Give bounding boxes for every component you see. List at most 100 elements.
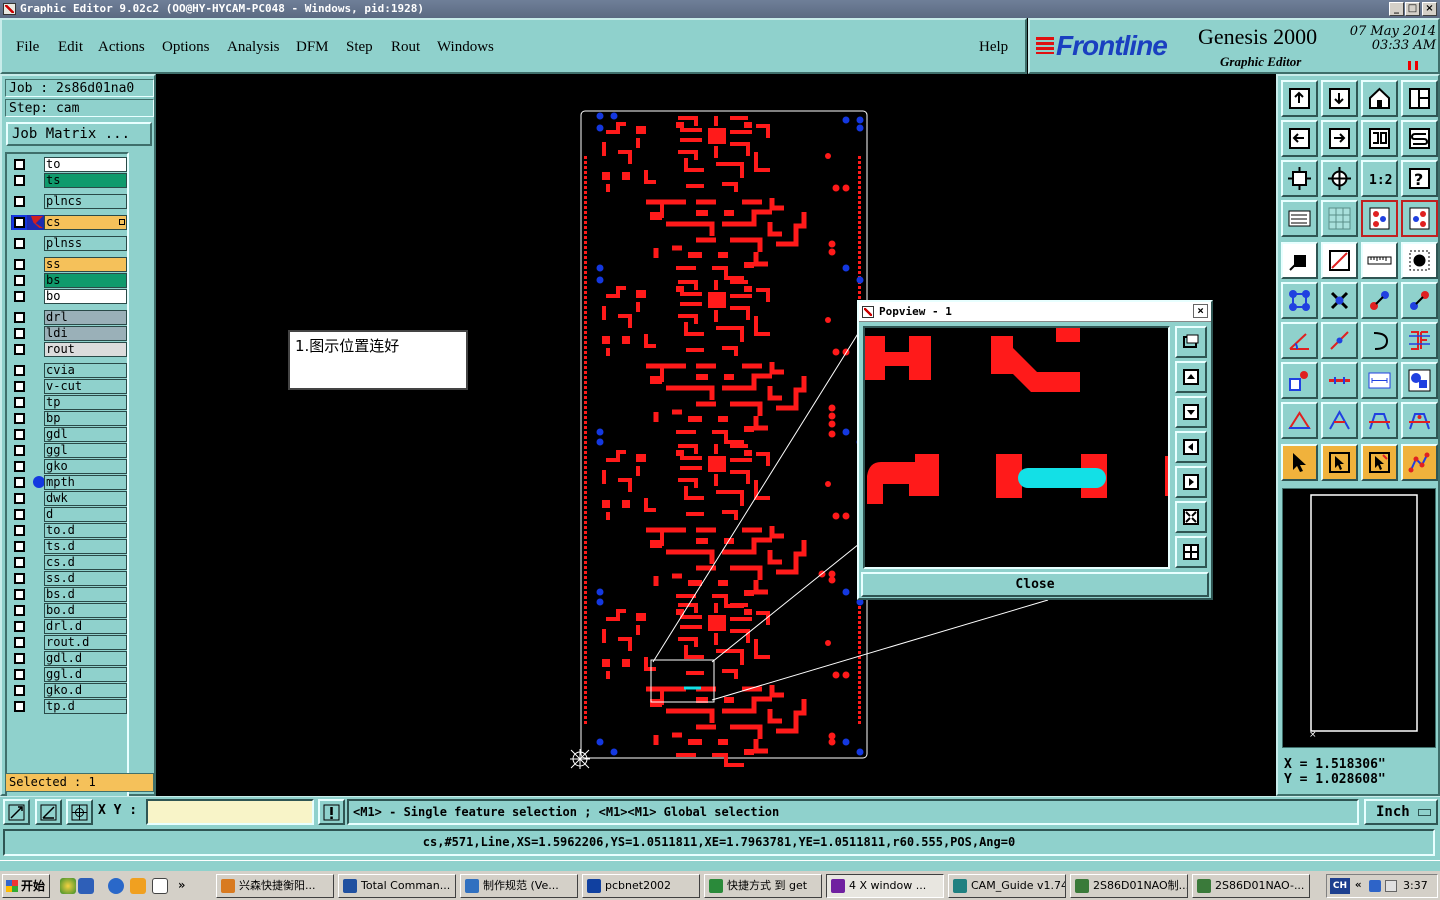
zoom-center-tool-button[interactable] — [1321, 160, 1358, 197]
layer-checkbox[interactable] — [14, 573, 25, 584]
add-pad-tool-button[interactable] — [1281, 362, 1318, 399]
layer-checkbox[interactable] — [12, 215, 27, 230]
layer-name[interactable]: gko — [44, 459, 127, 474]
layer-name[interactable]: gdl — [44, 427, 127, 442]
fill-tool-button[interactable] — [1361, 402, 1398, 439]
layer-name[interactable]: ts — [44, 173, 127, 188]
layer-checkbox[interactable] — [14, 541, 25, 552]
layer-row-ts[interactable]: ts — [11, 173, 127, 188]
layer-name[interactable]: to.d — [44, 523, 127, 538]
layer-name[interactable]: cs.d — [44, 555, 127, 570]
taskbar-item[interactable]: 2S86D01NAO制... — [1070, 874, 1188, 898]
polygon-tool-button[interactable] — [1281, 402, 1318, 439]
ie-icon[interactable] — [108, 878, 124, 894]
mirror-tool-button[interactable] — [1361, 120, 1398, 157]
layer-name[interactable]: ss.d — [44, 571, 127, 586]
popview-close-button[interactable]: Close — [861, 572, 1209, 597]
taskbar-item[interactable]: 兴森快捷衡阳... — [216, 874, 334, 898]
grid-mode-button[interactable] — [66, 799, 93, 825]
units-dropdown[interactable]: Inch — [1364, 799, 1438, 825]
layer-name[interactable]: bo — [44, 289, 127, 304]
step-left-tool-button[interactable] — [1281, 120, 1318, 157]
pause-icon[interactable] — [1408, 61, 1418, 70]
layer-row-drl-d[interactable]: drl.d — [11, 619, 127, 634]
step-right-tool-button[interactable] — [1321, 120, 1358, 157]
layer-checkbox[interactable] — [14, 312, 25, 323]
layer-colors-2-tool-button[interactable] — [1401, 200, 1438, 237]
menu-options[interactable]: Options — [162, 39, 210, 56]
measure-mode-button[interactable] — [35, 799, 62, 825]
select-3-tool-button[interactable] — [1361, 444, 1398, 481]
arc-tool-button[interactable] — [1361, 322, 1398, 359]
menu-rout[interactable]: Rout — [391, 39, 420, 56]
close-window-button[interactable]: × — [1422, 2, 1437, 16]
layer-checkbox[interactable] — [14, 653, 25, 664]
layer-checkbox[interactable] — [14, 397, 25, 408]
move-pad-tool-button[interactable] — [1361, 282, 1398, 319]
popview-pan-right-button[interactable] — [1175, 466, 1207, 498]
layer-checkbox[interactable] — [14, 429, 25, 440]
snap-center-tool-button[interactable] — [1281, 242, 1318, 279]
layer-checkbox[interactable] — [14, 291, 25, 302]
contour-tool-button[interactable] — [1401, 322, 1438, 359]
layer-row-ss[interactable]: ss — [11, 257, 127, 272]
layer-name[interactable]: rout.d — [44, 635, 127, 650]
layer-checkbox[interactable] — [14, 605, 25, 616]
group-tool-button[interactable] — [1401, 362, 1438, 399]
menu-step[interactable]: Step — [346, 39, 373, 56]
layer-row-plnss[interactable]: plnss — [11, 236, 127, 251]
layer-row-tp-d[interactable]: tp.d — [11, 699, 127, 714]
menu-help[interactable]: Help — [979, 39, 1008, 56]
layer-row-ts-d[interactable]: ts.d — [11, 539, 127, 554]
layer-name[interactable]: to — [44, 157, 127, 172]
layer-name[interactable]: d — [44, 507, 127, 522]
layer-checkbox[interactable] — [14, 413, 25, 424]
layer-checkbox[interactable] — [14, 621, 25, 632]
layer-name[interactable]: ggl.d — [44, 667, 127, 682]
layer-colors-tool-button[interactable] — [1361, 200, 1398, 237]
home-tool-button[interactable] — [1361, 80, 1398, 117]
layer-name[interactable]: v-cut — [44, 379, 127, 394]
layer-checkbox[interactable] — [14, 365, 25, 376]
quicklaunch-icon[interactable] — [152, 878, 168, 894]
open-job-tool-button[interactable] — [1281, 80, 1318, 117]
layer-checkbox[interactable] — [14, 589, 25, 600]
layer-row-ggl-d[interactable]: ggl.d — [11, 667, 127, 682]
quicklaunch-icon[interactable] — [78, 878, 94, 894]
layer-row-gdl[interactable]: gdl — [11, 427, 127, 442]
layer-row-plncs[interactable]: plncs — [11, 194, 127, 209]
layer-checkbox[interactable] — [14, 445, 25, 456]
cross-tool-button[interactable] — [1321, 282, 1358, 319]
layer-row-to-d[interactable]: to.d — [11, 523, 127, 538]
layer-name[interactable]: plnss — [44, 236, 127, 251]
dimension-tool-button[interactable] — [1361, 362, 1398, 399]
move-feature-tool-button[interactable] — [1401, 282, 1438, 319]
quicklaunch-icon[interactable] — [60, 878, 76, 894]
layer-name[interactable]: tp — [44, 395, 127, 410]
ime-indicator[interactable]: CH — [1330, 878, 1350, 894]
angle-tool-button[interactable] — [1281, 322, 1318, 359]
layer-row-gdl-d[interactable]: gdl.d — [11, 651, 127, 666]
taskbar-item[interactable]: CAM_Guide v1.74 — [948, 874, 1066, 898]
layer-name[interactable]: ts.d — [44, 539, 127, 554]
layer-checkbox[interactable] — [14, 685, 25, 696]
taskbar-item[interactable]: 4 X window ... — [826, 874, 944, 898]
layer-name[interactable]: cs — [44, 215, 127, 230]
popview-close-icon[interactable]: × — [1193, 304, 1208, 318]
taskbar-item[interactable]: 快捷方式 到 get — [704, 874, 822, 898]
layer-checkbox[interactable] — [14, 381, 25, 392]
popview-pan-down-button[interactable] — [1175, 396, 1207, 428]
layer-row-gko[interactable]: gko — [11, 459, 127, 474]
ruler-tool-button[interactable] — [1361, 242, 1398, 279]
taskbar-item[interactable]: 2S86D01NAO-... — [1192, 874, 1310, 898]
layer-checkbox[interactable] — [14, 175, 25, 186]
layer-row-v-cut[interactable]: v-cut — [11, 379, 127, 394]
layer-name[interactable]: gko.d — [44, 683, 127, 698]
layer-name[interactable]: cvia — [44, 363, 127, 378]
layer-name[interactable]: bs.d — [44, 587, 127, 602]
quicklaunch-more-icon[interactable]: » — [178, 878, 185, 894]
layer-checkbox[interactable] — [14, 701, 25, 712]
menu-windows[interactable]: Windows — [437, 39, 494, 56]
popview-pan-up-button[interactable] — [1175, 361, 1207, 393]
layer-row-rout-d[interactable]: rout.d — [11, 635, 127, 650]
